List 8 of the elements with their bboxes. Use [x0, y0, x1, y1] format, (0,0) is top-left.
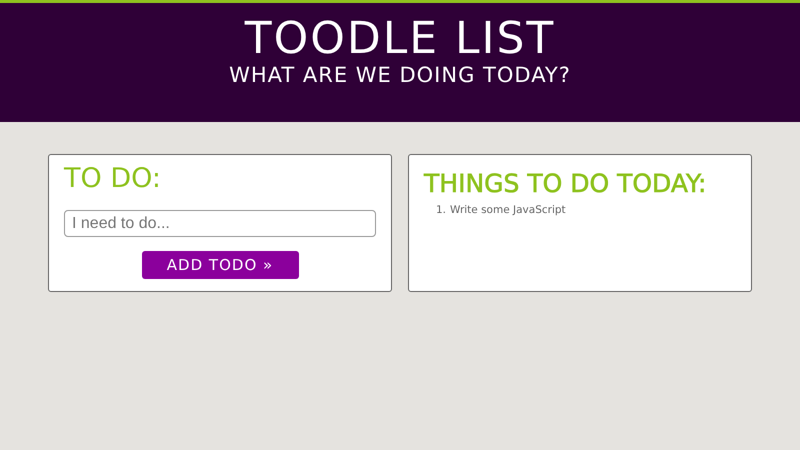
site-subtitle: WHAT ARE WE DOING TODAY?: [229, 63, 571, 88]
card-heading: THINGS TO DO TODAY:: [424, 169, 708, 198]
site-title: TOODLE LIST: [244, 15, 556, 64]
todo-item-text: Write some JavaScript: [450, 204, 566, 216]
todo-input-field[interactable]: I need to do...: [64, 210, 376, 237]
card-heading: TO DO:: [64, 163, 162, 194]
item-number: 1.: [436, 204, 446, 216]
add-todo-button[interactable]: ADD TODO »: [142, 251, 298, 279]
